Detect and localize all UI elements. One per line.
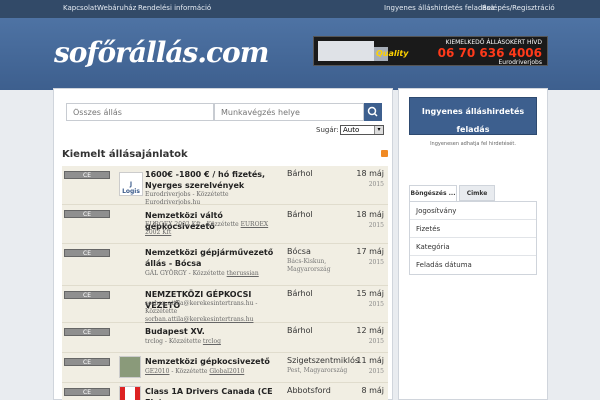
banner-quality: Quality	[376, 49, 409, 58]
job-location: Bárhol	[287, 326, 313, 335]
job-row[interactable]: CE J Logis 1600€ -1800 € / hó fizetés, N…	[62, 166, 388, 206]
category-badge: CE	[64, 210, 110, 218]
job-location: Bócsa	[287, 247, 311, 256]
category-badge: CE	[64, 249, 110, 257]
job-title[interactable]: Nemzetközi gépkocsivezető	[145, 356, 283, 367]
job-row[interactable]: CE Class 1A Drivers Canada (CE Flat Abbo…	[62, 383, 388, 400]
post-job-button[interactable]: Ingyenes álláshirdetés feladás	[409, 97, 537, 135]
banner-phone: 06 70 636 4006	[437, 46, 542, 60]
job-row[interactable]: CE Nemzetközi váltó gépkocsivezető EUROE…	[62, 205, 388, 244]
job-date: 18 máj	[356, 169, 384, 178]
job-row[interactable]: CE Nemzetközi gépkocsivezető GE2010 - Kö…	[62, 353, 388, 383]
job-year: 2015	[368, 181, 384, 188]
job-title[interactable]: 1600€ -1800 € / hó fizetés, Nyerges szer…	[145, 169, 283, 191]
ad-banner[interactable]: Quality KIEMELKEDŐ ÁLLÁSOKÉRT HÍVD 06 70…	[313, 36, 548, 66]
job-date: 18 máj	[356, 210, 384, 219]
job-row[interactable]: CE Budapest XV. trclog - Közzétette trcl…	[62, 323, 388, 353]
job-date: 17 máj	[356, 247, 384, 256]
site-header: sofőrállás.com Quality KIEMELKEDŐ ÁLLÁSO…	[0, 18, 600, 90]
category-badge: CE	[64, 328, 110, 336]
rss-icon[interactable]	[381, 150, 388, 157]
job-meta: GÁL GYÖRGY - Közzétette therussian	[145, 270, 259, 277]
job-location: Abbotsford	[287, 386, 331, 395]
nav-link-rendelesi-info[interactable]: Rendelési információ	[138, 4, 211, 12]
category-badge: CE	[64, 171, 110, 179]
poster-link[interactable]: sorban.attila@kerekesintertrans.hu	[145, 316, 253, 323]
site-logo[interactable]: sofőrállás.com	[54, 36, 269, 69]
location-input[interactable]	[214, 103, 364, 121]
search-form	[66, 103, 382, 121]
job-year: 2015	[368, 259, 384, 266]
keyword-input[interactable]	[66, 103, 214, 121]
job-date: 12 máj	[356, 326, 384, 335]
post-job-note: Ingyenesen adhatja fel hirdetését.	[430, 141, 516, 147]
category-badge: CE	[64, 388, 110, 396]
job-title[interactable]: Class 1A Drivers Canada (CE Flat	[145, 386, 283, 400]
job-meta: sorban.attila@kerekesintertrans.hu - Köz…	[145, 300, 258, 323]
job-location: Szigetszentmiklós	[287, 356, 360, 365]
job-meta: trclog - Közzétette trclog	[145, 338, 221, 345]
job-meta: EUROEX 2002 Kft - Közzétette EUROEX 2002…	[145, 221, 269, 236]
job-title[interactable]: Nemzetközi gépjárművezető állás - Bócsa	[145, 247, 283, 269]
poster-link[interactable]: trclog	[203, 338, 221, 345]
nav-link-kapcsolat[interactable]: Kapcsolat	[63, 4, 97, 12]
search-icon	[367, 106, 378, 117]
job-location: Bárhol	[287, 289, 313, 298]
job-meta: GE2010 - Közzétette Global2010	[145, 368, 245, 375]
job-row[interactable]: CE Nemzetközi gépjárművezető állás - Bóc…	[62, 244, 388, 286]
browse-item-kategoria[interactable]: Kategória	[410, 238, 536, 256]
search-button[interactable]	[364, 103, 382, 121]
sidebar: Ingyenes álláshirdetés feladás Ingyenese…	[398, 88, 548, 400]
job-photo	[119, 356, 141, 378]
category-badge: CE	[64, 358, 110, 366]
company-logo: J Logis	[119, 172, 143, 196]
job-region: Pest, Magyarország	[287, 367, 348, 374]
radius-label: Sugár:	[316, 126, 339, 134]
category-badge: CE	[64, 291, 110, 299]
tab-tags[interactable]: Cimke	[459, 185, 495, 201]
main-content: Sugár: Auto ▾ Kiemelt állásajánlatok CE …	[53, 88, 393, 400]
poster-link[interactable]: Global2010	[209, 368, 244, 375]
job-year: 2015	[368, 301, 384, 308]
job-row[interactable]: CE NEMZETKÖZI GÉPKOCSI VEZETŐ sorban.att…	[62, 286, 388, 323]
job-year: 2015	[368, 338, 384, 345]
canada-flag-icon	[119, 386, 141, 400]
poster-link[interactable]: therussian	[227, 270, 259, 277]
job-year: 2015	[368, 222, 384, 229]
browse-list: Jogosítvány Fizetés Kategória Feladás dá…	[409, 201, 537, 275]
tab-browse[interactable]: Böngészés ...	[409, 185, 457, 201]
job-date: 11 máj	[356, 356, 384, 365]
chevron-down-icon: ▾	[374, 126, 383, 134]
nav-link-webaruhaz[interactable]: Webáruház	[97, 4, 136, 12]
truck-image	[318, 41, 388, 61]
job-region: Bács-Kiskun, Magyarország	[287, 258, 331, 273]
featured-jobs-list: CE J Logis 1600€ -1800 € / hó fizetés, N…	[62, 166, 388, 400]
banner-site: Eurodriverjobs	[498, 59, 542, 66]
radius-select[interactable]: Auto ▾	[340, 125, 384, 135]
browse-item-fizetes[interactable]: Fizetés	[410, 220, 536, 238]
browse-item-feladas-datuma[interactable]: Feladás dátuma	[410, 256, 536, 274]
top-nav-bar: Kapcsolat Webáruház Rendelési információ…	[0, 0, 600, 18]
nav-link-ingyenes-hirdetes[interactable]: Ingyenes álláshirdetés feladása	[384, 4, 495, 12]
browse-item-jogositvany[interactable]: Jogosítvány	[410, 202, 536, 220]
nav-link-belepes[interactable]: Belépés/Regisztráció	[482, 4, 555, 12]
featured-jobs-title: Kiemelt állásajánlatok	[62, 149, 188, 160]
job-date: 15 máj	[356, 289, 384, 298]
job-date: 8 máj	[361, 386, 384, 395]
radius-value: Auto	[343, 126, 360, 134]
banner-headline: KIEMELKEDŐ ÁLLÁSOKÉRT HÍVD	[445, 39, 542, 46]
job-year: 2015	[368, 368, 384, 375]
poster-link[interactable]: GE2010	[145, 368, 169, 375]
job-title[interactable]: Budapest XV.	[145, 326, 283, 337]
job-location: Bárhol	[287, 210, 313, 219]
job-location: Bárhol	[287, 169, 313, 178]
